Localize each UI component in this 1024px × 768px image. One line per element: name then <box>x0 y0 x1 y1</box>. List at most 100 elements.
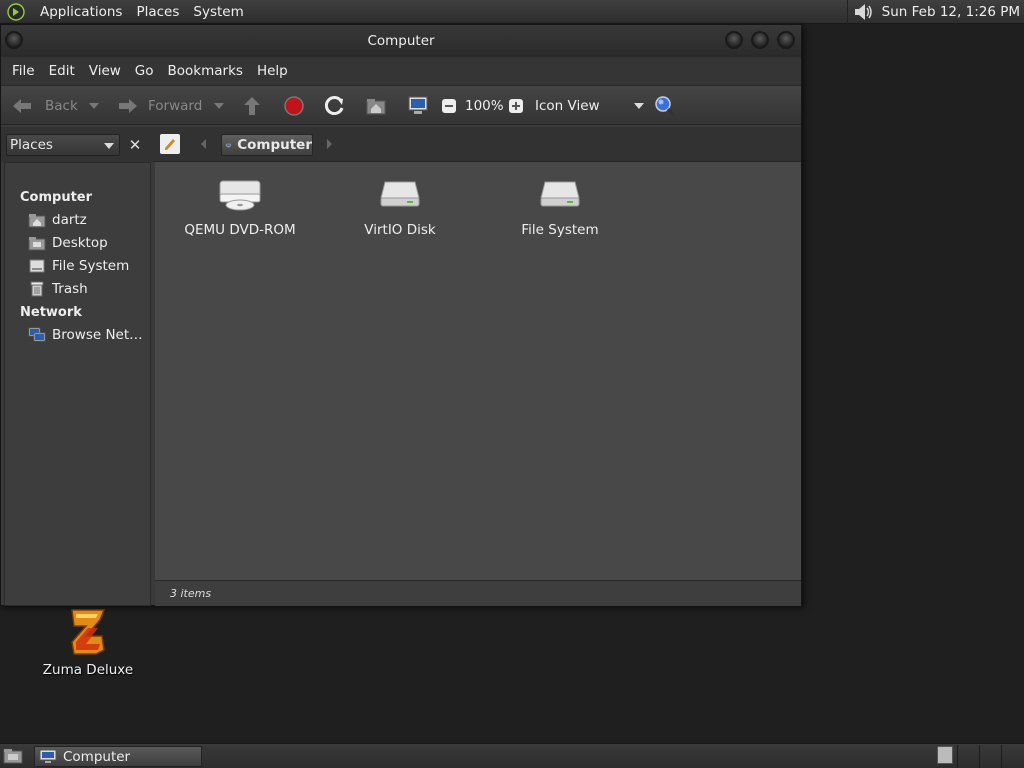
computer-icon <box>226 142 232 147</box>
trash-icon <box>30 281 44 297</box>
window-title: Computer <box>367 33 435 49</box>
file-item-label: QEMU DVD-ROM <box>184 222 296 238</box>
network-icon <box>28 327 46 342</box>
sidebar-heading-computer: Computer <box>20 190 93 205</box>
sidebar-item-trash[interactable]: Trash <box>28 279 88 299</box>
file-item-dvd-rom[interactable]: QEMU DVD-ROM <box>165 178 315 238</box>
desktop-folder-icon <box>28 237 46 251</box>
zuma-game-icon <box>71 609 106 655</box>
path-scroll-left-icon[interactable] <box>201 139 206 149</box>
back-button[interactable]: Back <box>11 86 78 126</box>
reload-button[interactable] <box>324 86 346 126</box>
sidebar-item-file-system[interactable]: File System <box>28 256 129 276</box>
forward-arrow-icon <box>119 99 137 113</box>
view-mode-select[interactable]: Icon View <box>535 86 644 126</box>
up-button[interactable] <box>241 86 263 126</box>
sidebar-item-label: Browse Net… <box>52 327 143 343</box>
search-icon <box>655 96 676 117</box>
chevron-down-icon <box>633 103 644 109</box>
workspace-4[interactable] <box>1001 745 1023 768</box>
minimize-button[interactable] <box>725 31 743 49</box>
places-menu[interactable]: Places <box>129 4 186 20</box>
maximize-button[interactable] <box>751 31 769 49</box>
menu-file[interactable]: File <box>5 63 42 79</box>
sidebar-type-label: Places <box>10 137 53 153</box>
home-folder-icon <box>366 99 386 115</box>
home-folder-icon <box>28 214 46 228</box>
sidebar-item-label: Trash <box>52 281 88 297</box>
places-sidebar: Computer dartz Desktop File System Trash… <box>4 162 151 606</box>
system-menu[interactable]: System <box>186 4 250 20</box>
file-manager-window: Computer File Edit View Go Bookmarks Hel… <box>0 24 802 606</box>
forward-label: Forward <box>148 98 203 114</box>
location-bar: Computer <box>153 127 801 162</box>
sidebar-item-dartz[interactable]: dartz <box>28 210 87 230</box>
forward-history-dropdown[interactable] <box>214 86 224 126</box>
zoom-in-button[interactable] <box>508 86 524 126</box>
menu-help[interactable]: Help <box>250 63 295 79</box>
zoom-in-icon <box>509 99 523 113</box>
reload-icon <box>324 96 344 115</box>
menu-view[interactable]: View <box>82 63 128 79</box>
sidebar-item-desktop[interactable]: Desktop <box>28 233 108 253</box>
menu-edit[interactable]: Edit <box>42 63 82 79</box>
forward-button[interactable]: Forward <box>115 86 202 126</box>
status-text: 3 items <box>170 587 212 600</box>
path-scroll-right-icon[interactable] <box>327 139 332 149</box>
back-arrow-icon <box>13 99 31 113</box>
hard-disk-icon <box>540 181 580 207</box>
sidebar-heading-network: Network <box>20 305 82 320</box>
menubar: File Edit View Go Bookmarks Help <box>1 57 801 85</box>
zoom-level[interactable]: 100% <box>465 86 504 126</box>
search-button[interactable] <box>653 86 677 126</box>
view-mode-label: Icon View <box>535 98 600 114</box>
drive-icon <box>29 259 45 273</box>
zoom-out-icon <box>442 99 456 113</box>
window-menu-button[interactable] <box>5 31 23 49</box>
home-button[interactable] <box>365 86 387 126</box>
zoom-out-button[interactable] <box>441 86 457 126</box>
volume-icon[interactable] <box>852 2 874 22</box>
computer-icon <box>39 749 57 763</box>
back-history-dropdown[interactable] <box>89 86 99 126</box>
computer-button[interactable] <box>406 86 430 126</box>
clock[interactable]: Sun Feb 12, 1:26 PM <box>882 4 1020 20</box>
close-button[interactable] <box>777 31 795 49</box>
taskbar-button-label: Computer <box>63 748 131 765</box>
stop-icon <box>284 96 304 116</box>
file-item-virtio-disk[interactable]: VirtIO Disk <box>325 178 475 238</box>
back-label: Back <box>45 98 78 114</box>
sidebar-item-label: File System <box>52 258 130 274</box>
file-item-label: File System <box>521 222 599 238</box>
workspace-1[interactable] <box>937 746 953 764</box>
menu-bookmarks[interactable]: Bookmarks <box>161 63 250 79</box>
path-button-computer[interactable]: Computer <box>221 134 313 156</box>
sidebar-header: Places ✕ <box>1 127 153 162</box>
close-sidebar-icon[interactable]: ✕ <box>124 134 146 156</box>
tray-separator <box>846 0 848 24</box>
workspace-2[interactable] <box>957 745 979 768</box>
applications-menu[interactable]: Applications <box>33 4 129 20</box>
sidebar-item-label: Desktop <box>52 235 108 251</box>
computer-icon <box>408 96 428 114</box>
toolbar: Back Forward 100% Icon View <box>1 85 801 125</box>
taskbar-button-computer[interactable]: Computer <box>34 746 202 767</box>
optical-drive-icon <box>219 180 261 211</box>
sidebar-item-label: dartz <box>52 212 87 228</box>
sidebar-type-select[interactable]: Places <box>6 134 120 156</box>
chevron-down-icon <box>104 143 114 149</box>
menu-go[interactable]: Go <box>128 63 161 79</box>
path-button-label: Computer <box>237 137 312 153</box>
file-item-label: VirtIO Disk <box>364 222 436 238</box>
show-desktop-icon[interactable] <box>3 747 23 765</box>
window-titlebar[interactable]: Computer <box>1 25 801 57</box>
sidebar-item-browse-network[interactable]: Browse Net… <box>28 325 143 345</box>
gnome-logo-icon[interactable] <box>7 2 25 21</box>
desktop-icon-zuma-deluxe[interactable]: Zuma Deluxe <box>38 606 138 678</box>
edit-location-icon[interactable] <box>159 133 181 155</box>
stop-button[interactable] <box>283 86 305 126</box>
file-view[interactable]: QEMU DVD-ROM VirtIO Disk File System <box>155 162 801 580</box>
file-item-file-system[interactable]: File System <box>485 178 635 238</box>
workspace-3[interactable] <box>979 745 1001 768</box>
status-bar: 3 items <box>155 580 801 606</box>
